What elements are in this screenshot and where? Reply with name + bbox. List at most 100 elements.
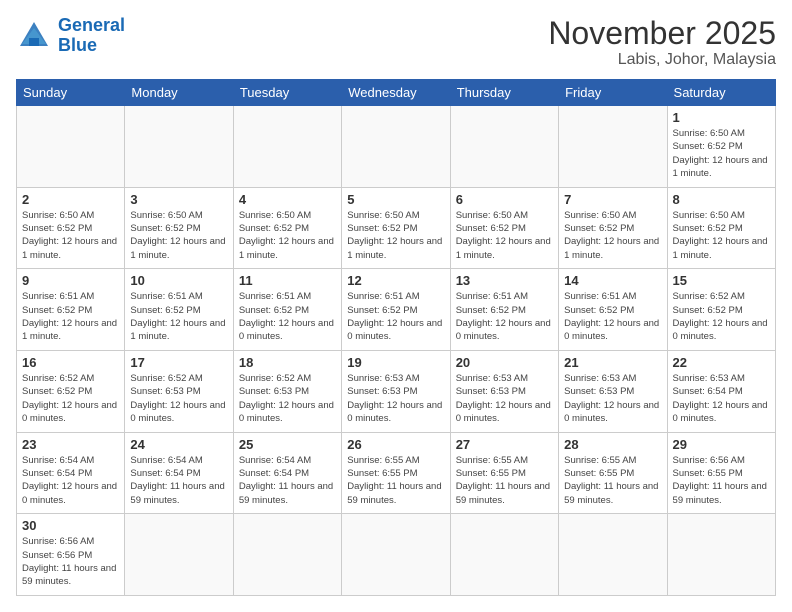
col-wednesday: Wednesday — [342, 80, 450, 106]
day-info: Sunrise: 6:50 AM Sunset: 6:52 PM Dayligh… — [564, 209, 661, 262]
day-info: Sunrise: 6:50 AM Sunset: 6:52 PM Dayligh… — [456, 209, 553, 262]
day-info: Sunrise: 6:51 AM Sunset: 6:52 PM Dayligh… — [347, 290, 444, 343]
day-number: 5 — [347, 192, 444, 207]
table-row: 11Sunrise: 6:51 AM Sunset: 6:52 PM Dayli… — [233, 269, 341, 351]
table-row: 3Sunrise: 6:50 AM Sunset: 6:52 PM Daylig… — [125, 187, 233, 269]
day-info: Sunrise: 6:50 AM Sunset: 6:52 PM Dayligh… — [239, 209, 336, 262]
table-row: 18 Sunrise: 6:52 AM Sunset: 6:53 PM Dayli… — [233, 351, 341, 433]
day-number: 17 — [130, 355, 227, 370]
table-row — [450, 514, 558, 596]
table-row: 29 Sunrise: 6:56 AM Sunset: 6:55 PM Dayli… — [667, 432, 775, 514]
day-info: Sunrise: 6:55 AM Sunset: 6:55 PM Dayligh… — [564, 454, 661, 507]
table-row: 28Sunrise: 6:55 AM Sunset: 6:55 PM Dayli… — [559, 432, 667, 514]
col-friday: Friday — [559, 80, 667, 106]
day-number: 25 — [239, 437, 336, 452]
table-row: 8 Sunrise: 6:50 AM Sunset: 6:52 PM Daylig… — [667, 187, 775, 269]
table-row: 12 Sunrise: 6:51 AM Sunset: 6:52 PM Dayli… — [342, 269, 450, 351]
day-number: 27 — [456, 437, 553, 452]
col-saturday: Saturday — [667, 80, 775, 106]
subtitle: Labis, Johor, Malaysia — [548, 51, 776, 69]
logo-blue: Blue — [58, 35, 97, 55]
day-number: 23 — [22, 437, 119, 452]
table-row: 7Sunrise: 6:50 AM Sunset: 6:52 PM Daylig… — [559, 187, 667, 269]
day-info: Sunrise: 6:54 AM Sunset: 6:54 PM Dayligh… — [22, 454, 119, 507]
day-number: 29 — [673, 437, 770, 452]
logo-icon — [16, 18, 52, 54]
day-info: Sunrise: 6:56 AM Sunset: 6:55 PM Dayligh… — [673, 454, 770, 507]
table-row: 17 Sunrise: 6:52 AM Sunset: 6:53 PM Dayli… — [125, 351, 233, 433]
table-row: 30 Sunrise: 6:56 AM Sunset: 6:56 PM Dayli… — [17, 514, 125, 596]
table-row: 20 Sunrise: 6:53 AM Sunset: 6:53 PM Dayli… — [450, 351, 558, 433]
day-number: 19 — [347, 355, 444, 370]
table-row — [233, 106, 341, 188]
col-monday: Monday — [125, 80, 233, 106]
table-row — [17, 106, 125, 188]
table-row: 25Sunrise: 6:54 AM Sunset: 6:54 PM Dayli… — [233, 432, 341, 514]
logo-text: General Blue — [58, 16, 125, 56]
day-number: 3 — [130, 192, 227, 207]
table-row: 4 Sunrise: 6:50 AM Sunset: 6:52 PM Daylig… — [233, 187, 341, 269]
day-number: 4 — [239, 192, 336, 207]
table-row: 13Sunrise: 6:51 AM Sunset: 6:52 PM Dayli… — [450, 269, 558, 351]
page: General Blue November 2025 Labis, Johor,… — [0, 0, 792, 612]
table-row — [342, 106, 450, 188]
day-info: Sunrise: 6:56 AM Sunset: 6:56 PM Dayligh… — [22, 535, 119, 588]
logo: General Blue — [16, 16, 125, 56]
day-info: Sunrise: 6:55 AM Sunset: 6:55 PM Dayligh… — [456, 454, 553, 507]
table-row: 27 Sunrise: 6:55 AM Sunset: 6:55 PM Dayli… — [450, 432, 558, 514]
col-sunday: Sunday — [17, 80, 125, 106]
table-row: 19 Sunrise: 6:53 AM Sunset: 6:53 PM Dayli… — [342, 351, 450, 433]
day-number: 20 — [456, 355, 553, 370]
table-row: 9 Sunrise: 6:51 AM Sunset: 6:52 PM Daylig… — [17, 269, 125, 351]
day-number: 18 — [239, 355, 336, 370]
table-row — [342, 514, 450, 596]
day-number: 14 — [564, 273, 661, 288]
day-number: 26 — [347, 437, 444, 452]
table-row: 10Sunrise: 6:51 AM Sunset: 6:52 PM Dayli… — [125, 269, 233, 351]
day-info: Sunrise: 6:50 AM Sunset: 6:52 PM Dayligh… — [22, 209, 119, 262]
day-info: Sunrise: 6:52 AM Sunset: 6:53 PM Dayligh… — [130, 372, 227, 425]
day-info: Sunrise: 6:53 AM Sunset: 6:53 PM Dayligh… — [456, 372, 553, 425]
day-info: Sunrise: 6:50 AM Sunset: 6:52 PM Dayligh… — [673, 209, 770, 262]
day-info: Sunrise: 6:51 AM Sunset: 6:52 PM Dayligh… — [22, 290, 119, 343]
day-info: Sunrise: 6:50 AM Sunset: 6:52 PM Dayligh… — [673, 127, 770, 180]
calendar-table: Sunday Monday Tuesday Wednesday Thursday… — [16, 79, 776, 596]
table-row: 14 Sunrise: 6:51 AM Sunset: 6:52 PM Dayli… — [559, 269, 667, 351]
table-row — [125, 106, 233, 188]
day-number: 15 — [673, 273, 770, 288]
day-number: 9 — [22, 273, 119, 288]
day-info: Sunrise: 6:53 AM Sunset: 6:54 PM Dayligh… — [673, 372, 770, 425]
table-row: 16Sunrise: 6:52 AM Sunset: 6:52 PM Dayli… — [17, 351, 125, 433]
col-tuesday: Tuesday — [233, 80, 341, 106]
table-row — [233, 514, 341, 596]
day-info: Sunrise: 6:52 AM Sunset: 6:53 PM Dayligh… — [239, 372, 336, 425]
day-number: 1 — [673, 110, 770, 125]
day-info: Sunrise: 6:51 AM Sunset: 6:52 PM Dayligh… — [130, 290, 227, 343]
day-number: 8 — [673, 192, 770, 207]
main-title: November 2025 — [548, 16, 776, 51]
table-row: 23 Sunrise: 6:54 AM Sunset: 6:54 PM Dayli… — [17, 432, 125, 514]
day-info: Sunrise: 6:51 AM Sunset: 6:52 PM Dayligh… — [564, 290, 661, 343]
day-info: Sunrise: 6:51 AM Sunset: 6:52 PM Dayligh… — [456, 290, 553, 343]
table-row: 2 Sunrise: 6:50 AM Sunset: 6:52 PM Daylig… — [17, 187, 125, 269]
logo-general: General — [58, 15, 125, 35]
table-row — [559, 106, 667, 188]
day-number: 21 — [564, 355, 661, 370]
table-row — [450, 106, 558, 188]
day-number: 11 — [239, 273, 336, 288]
table-row — [559, 514, 667, 596]
day-number: 22 — [673, 355, 770, 370]
day-number: 12 — [347, 273, 444, 288]
day-number: 6 — [456, 192, 553, 207]
table-row: 6 Sunrise: 6:50 AM Sunset: 6:52 PM Daylig… — [450, 187, 558, 269]
header: General Blue November 2025 Labis, Johor,… — [16, 16, 776, 69]
title-block: November 2025 Labis, Johor, Malaysia — [548, 16, 776, 69]
day-info: Sunrise: 6:52 AM Sunset: 6:52 PM Dayligh… — [673, 290, 770, 343]
calendar-header-row: Sunday Monday Tuesday Wednesday Thursday… — [17, 80, 776, 106]
table-row: 24Sunrise: 6:54 AM Sunset: 6:54 PM Dayli… — [125, 432, 233, 514]
table-row: 15 Sunrise: 6:52 AM Sunset: 6:52 PM Dayli… — [667, 269, 775, 351]
col-thursday: Thursday — [450, 80, 558, 106]
day-number: 2 — [22, 192, 119, 207]
day-info: Sunrise: 6:53 AM Sunset: 6:53 PM Dayligh… — [347, 372, 444, 425]
day-number: 30 — [22, 518, 119, 533]
